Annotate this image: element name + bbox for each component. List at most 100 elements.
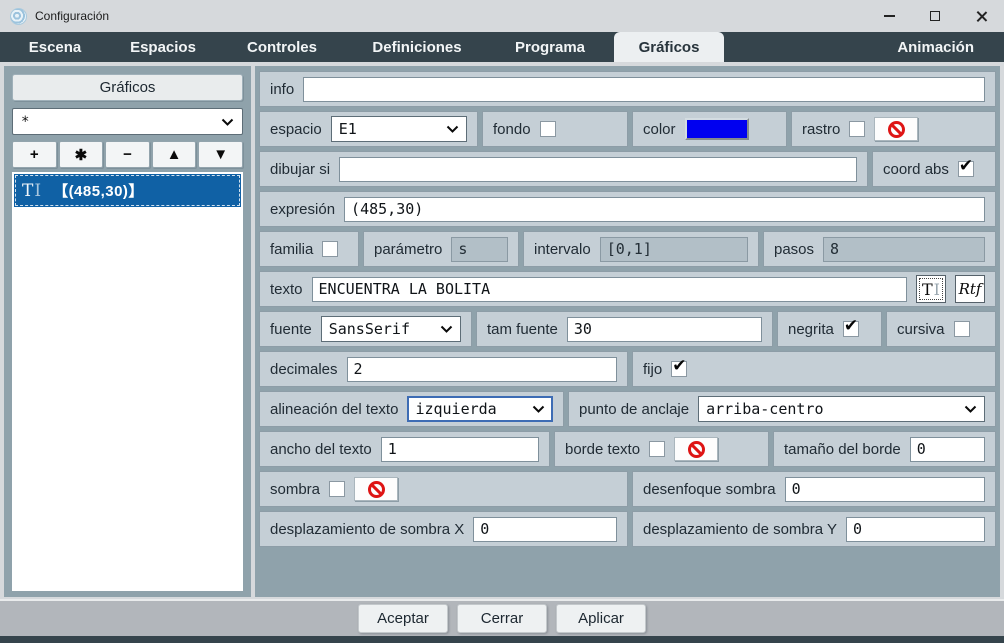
ancho-texto-group: ancho del texto [259,431,550,467]
expresion-group: expresión [259,191,996,227]
familia-group: familia [259,231,359,267]
graphics-list: TI 【(485,30)】 [12,172,243,591]
expresion-label: expresión [270,201,335,218]
fijo-label: fijo [643,361,662,378]
duplicate-graphic-button[interactable]: ✱ [59,141,104,168]
negrita-checkbox[interactable]: ✔ [843,321,859,337]
tab-definiciones[interactable]: Definiciones [348,32,486,62]
rastro-label: rastro [802,121,840,138]
sombra-checkbox[interactable] [329,481,345,497]
alineacion-group: alineación del texto izquierda [259,391,564,427]
tab-espacios[interactable]: Espacios [110,32,216,62]
tamano-borde-input[interactable] [910,437,985,462]
anclaje-group: punto de anclaje arriba-centro [568,391,996,427]
espacio-select[interactable]: E1 [331,116,467,142]
espacio-value: E1 [339,120,440,138]
texto-label: texto [270,281,303,298]
tab-escena[interactable]: Escena [0,32,110,62]
chevron-down-icon [446,125,459,133]
tab-bar: Escena Espacios Controles Definiciones P… [0,32,1004,62]
desenfoque-group: desenfoque sombra [632,471,996,507]
tab-programa[interactable]: Programa [486,32,614,62]
intervalo-group: intervalo [523,231,759,267]
fijo-checkbox[interactable]: ✔ [671,361,687,377]
graphics-filter-select[interactable]: * [12,108,243,135]
ancho-texto-input[interactable] [381,437,539,462]
anclaje-select[interactable]: arriba-centro [698,396,985,422]
tab-animacion[interactable]: Animación [897,32,1004,62]
chevron-down-icon [964,405,977,413]
fuente-select[interactable]: SansSerif [321,316,461,342]
alineacion-label: alineación del texto [270,401,398,418]
desp-y-input[interactable] [846,517,985,542]
coord-abs-label: coord abs [883,161,949,178]
pasos-input [823,237,985,262]
close-button[interactable] [958,0,1004,32]
info-input[interactable] [303,77,985,102]
coord-abs-group: coord abs ✔ [872,151,996,187]
titlebar: Configuración [0,0,1004,32]
pasos-label: pasos [774,241,814,258]
parametro-input [451,237,508,262]
accept-button[interactable]: Aceptar [358,604,448,633]
text-graphic-icon: T [22,181,33,201]
dibujar-si-input[interactable] [339,157,857,182]
minimize-button[interactable] [866,0,912,32]
tab-controles[interactable]: Controles [216,32,348,62]
bottom-strip [0,636,1004,643]
decimales-input[interactable] [347,357,617,382]
configuration-window: Configuración Escena Espacios Controles … [0,0,1004,643]
familia-checkbox[interactable] [322,241,338,257]
plain-text-button[interactable]: TI [916,275,946,303]
tam-fuente-label: tam fuente [487,321,558,338]
info-label: info [270,81,294,98]
chevron-down-icon [440,325,453,333]
desp-x-input[interactable] [473,517,617,542]
alineacion-select[interactable]: izquierda [407,396,553,422]
rastro-clear-button[interactable] [874,117,918,141]
fuente-value: SansSerif [329,320,434,338]
tam-fuente-input[interactable] [567,317,762,342]
fondo-label: fondo [493,121,531,138]
list-item[interactable]: TI 【(485,30)】 [14,174,241,207]
sombra-label: sombra [270,481,320,498]
add-graphic-button[interactable]: + [12,141,57,168]
apply-button[interactable]: Aplicar [556,604,646,633]
parametro-group: parámetro [363,231,519,267]
alineacion-value: izquierda [415,400,526,418]
cursiva-checkbox[interactable] [954,321,970,337]
maximize-button[interactable] [912,0,958,32]
sombra-clear-button[interactable] [354,477,398,501]
anclaje-value: arriba-centro [706,400,958,418]
desp-x-label: desplazamiento de sombra X [270,521,464,538]
borde-texto-checkbox[interactable] [649,441,665,457]
borde-texto-group: borde texto [554,431,769,467]
rastro-group: rastro [791,111,996,147]
chevron-down-icon [221,118,234,126]
tab-graficos[interactable]: Gráficos [614,32,724,62]
espacio-group: espacio E1 [259,111,478,147]
close-dialog-button[interactable]: Cerrar [457,604,547,633]
remove-graphic-button[interactable]: − [105,141,150,168]
desenfoque-input[interactable] [785,477,985,502]
graphics-panel: Gráficos * + ✱ − ▲ ▼ TI 【(485,30)】 [4,66,251,597]
footer-bar: Aceptar Cerrar Aplicar [0,599,1004,636]
rtf-text-button[interactable]: Rtf [955,275,985,303]
tam-fuente-group: tam fuente [476,311,773,347]
move-up-button[interactable]: ▲ [152,141,197,168]
color-swatch-button[interactable] [685,118,749,140]
texto-input[interactable] [312,277,907,302]
rastro-checkbox[interactable] [849,121,865,137]
borde-texto-clear-button[interactable] [674,437,718,461]
window-title: Configuración [35,9,109,23]
graphics-panel-header: Gráficos [12,74,243,101]
fondo-checkbox[interactable] [540,121,556,137]
minimize-icon [884,15,895,17]
texto-group: texto TI Rtf [259,271,996,307]
expresion-input[interactable] [344,197,985,222]
checkmark: ✔ [959,158,973,175]
text-cursor-icon: I [934,280,940,299]
coord-abs-checkbox[interactable]: ✔ [958,161,974,177]
list-item-label: 【(485,30)】 [53,180,144,201]
move-down-button[interactable]: ▼ [198,141,243,168]
